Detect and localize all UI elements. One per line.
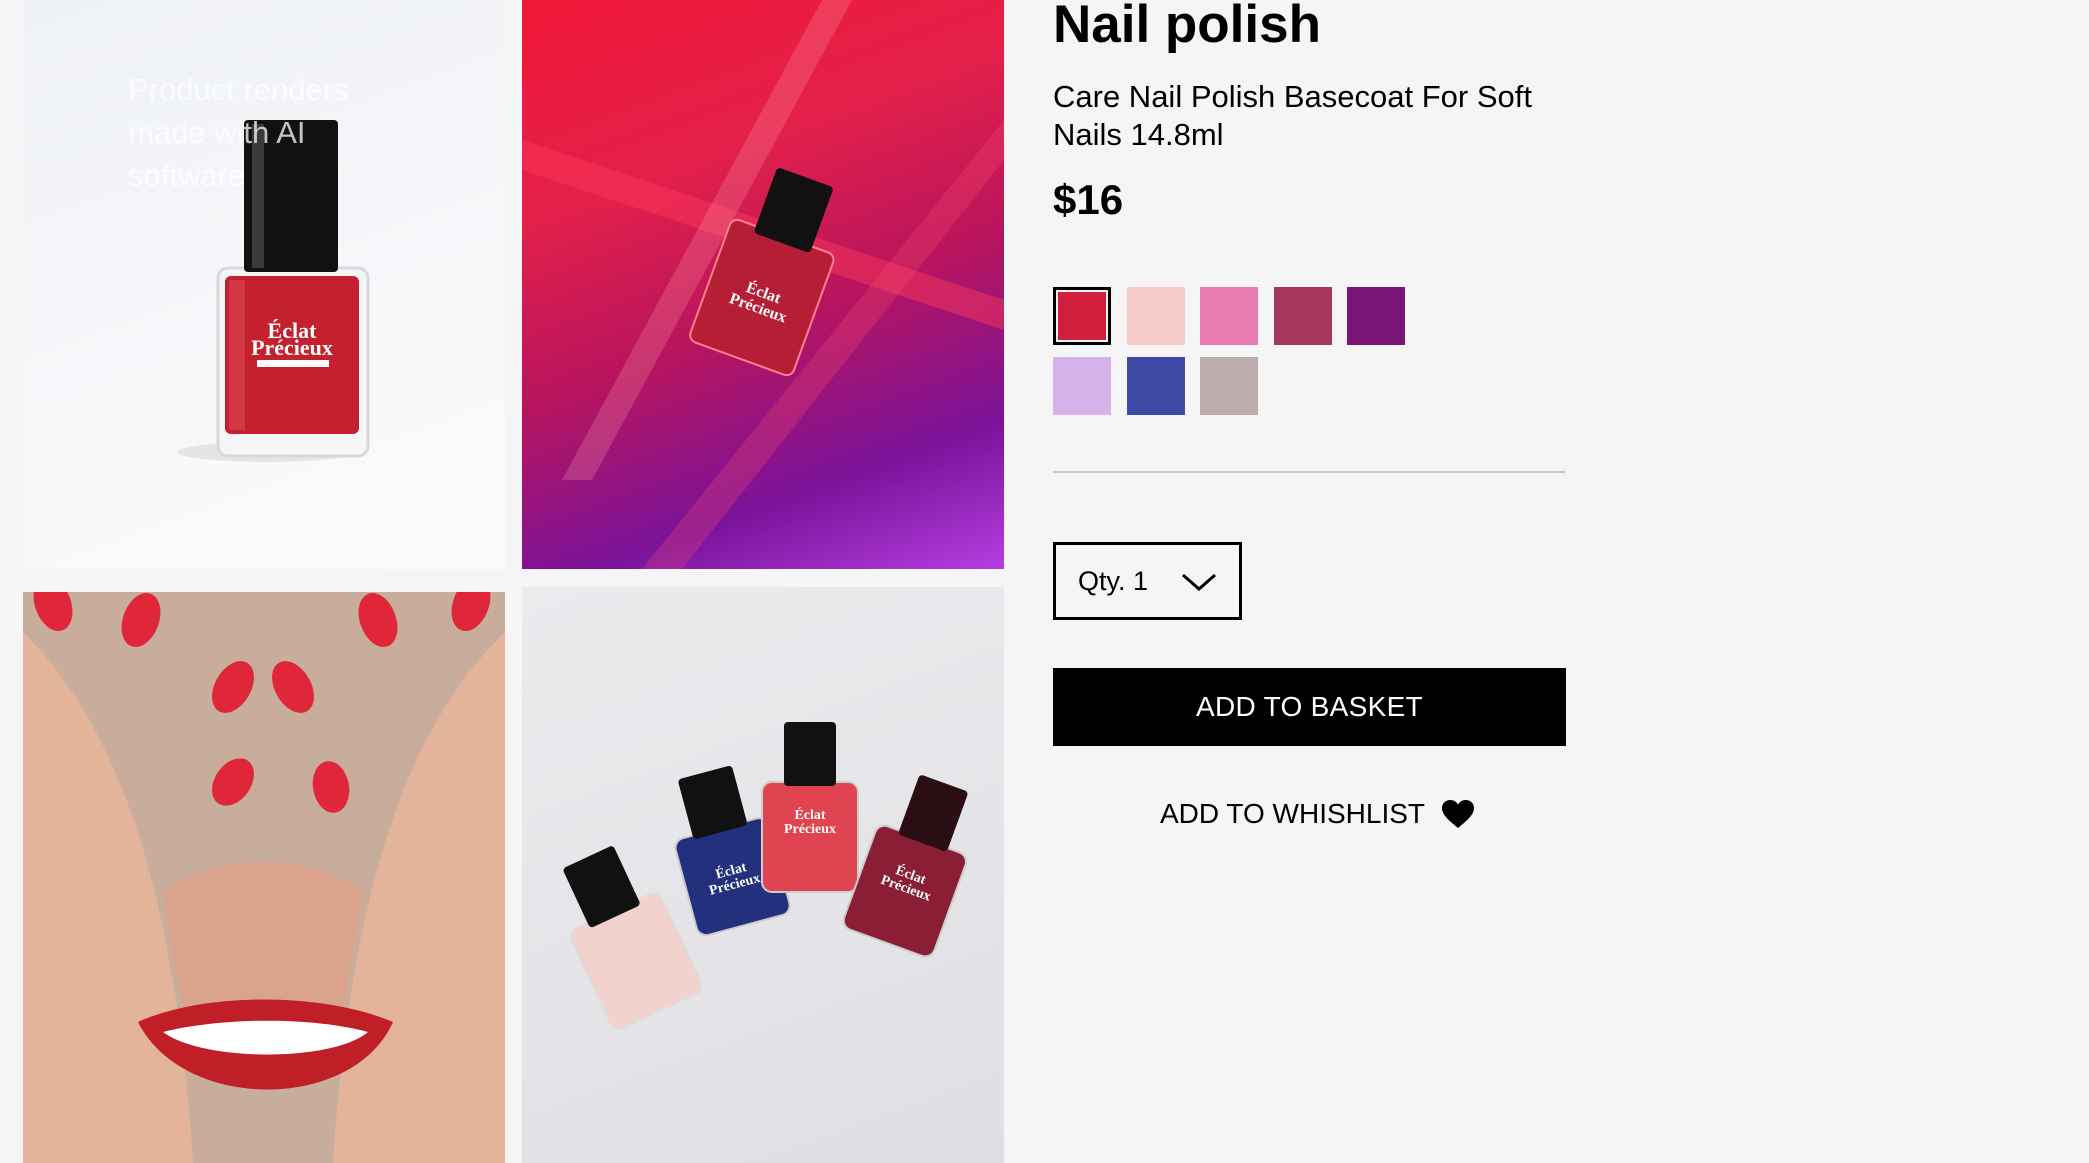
- svg-text:Éclat: Éclat: [794, 806, 825, 823]
- color-swatch[interactable]: [1347, 287, 1405, 345]
- quantity-label: Qty. 1: [1078, 565, 1149, 596]
- color-swatch[interactable]: [1274, 287, 1332, 345]
- gallery-image-bottle-glass[interactable]: Éclat Précieux: [522, 0, 1004, 569]
- add-to-wishlist-button[interactable]: ADD TO WHISHLIST: [1160, 794, 1475, 834]
- add-to-basket-button[interactable]: ADD TO BASKET: [1053, 668, 1566, 746]
- product-subtitle: Care Nail Polish Basecoat For Soft Nails…: [1053, 79, 1532, 152]
- add-to-wishlist-label: ADD TO WHISHLIST: [1160, 798, 1426, 829]
- bottle-label-line2: Précieux: [251, 335, 333, 360]
- color-swatch[interactable]: [1053, 287, 1111, 345]
- color-swatch[interactable]: [1053, 357, 1111, 415]
- bottle-collection-illustration: Éclat Précieux Éclat Précieux Éclat Préc…: [563, 722, 968, 1030]
- chevron-down-icon: [1182, 573, 1216, 591]
- color-swatch[interactable]: [1127, 357, 1185, 415]
- color-swatch[interactable]: [1200, 287, 1258, 345]
- gallery-image-bottle-collection[interactable]: Éclat Précieux Éclat Précieux Éclat Préc…: [522, 587, 1004, 1163]
- svg-text:Précieux: Précieux: [784, 822, 836, 837]
- model-hands-illustration: [23, 592, 505, 1163]
- divider: [1053, 471, 1565, 473]
- bottle-glass-illustration: Éclat Précieux: [522, 0, 1004, 569]
- gallery-overlay-text: Product renders made with AI software: [128, 72, 349, 193]
- gallery-image-model-hands[interactable]: [23, 592, 505, 1163]
- product-title: Nail polish: [1053, 0, 1321, 54]
- color-swatch[interactable]: [1200, 357, 1258, 415]
- heart-icon: [1442, 800, 1475, 828]
- product-price: $16: [1053, 176, 1124, 223]
- color-swatch[interactable]: [1127, 287, 1185, 345]
- gallery-image-bottle-front[interactable]: Éclat Précieux Product renders made with…: [23, 0, 505, 569]
- quantity-select[interactable]: Qty. 1: [1053, 542, 1242, 620]
